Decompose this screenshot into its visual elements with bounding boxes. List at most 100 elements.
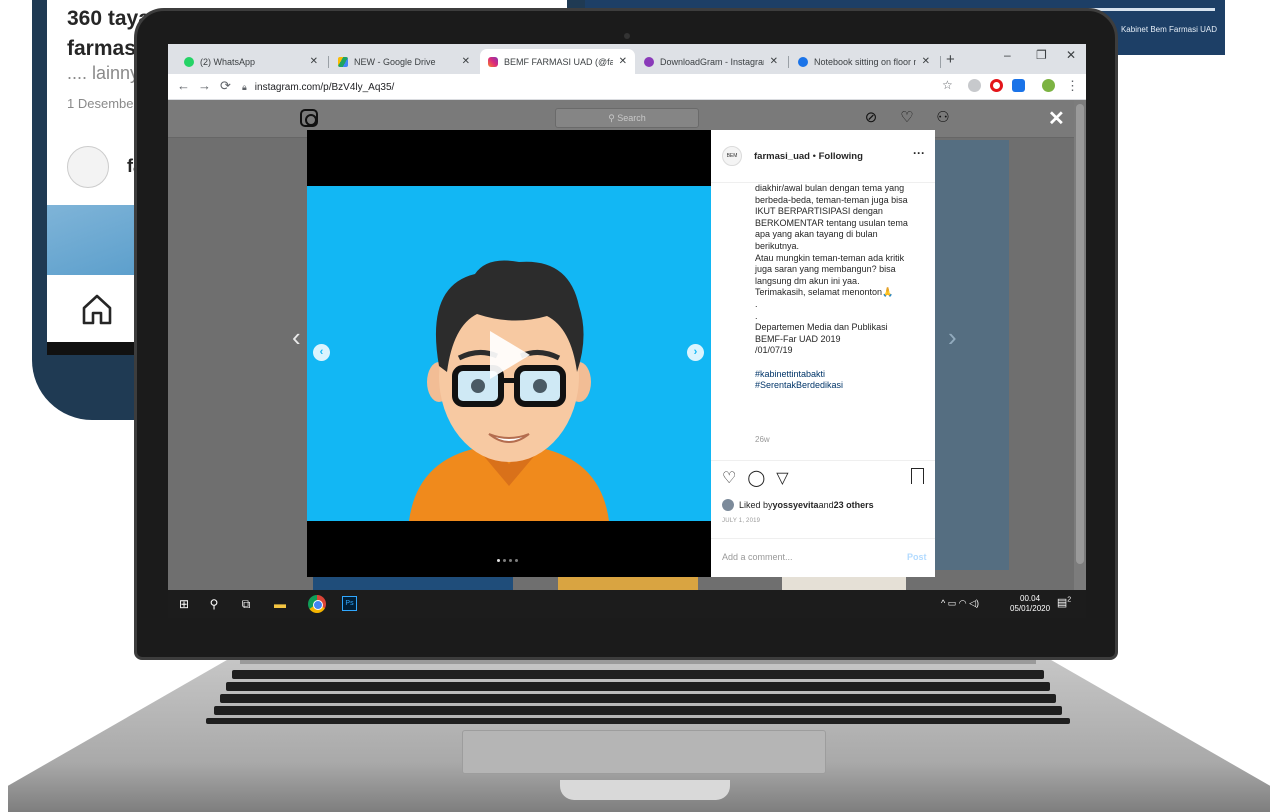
search-icon: ⚲ — [608, 113, 618, 123]
post-date: JULY 1, 2019 — [722, 518, 761, 524]
close-tab-icon[interactable]: ✕ — [922, 56, 930, 67]
photoshop-icon[interactable]: Ps — [342, 596, 357, 611]
reload-icon[interactable]: ⟳ — [220, 78, 231, 94]
previous-post-arrow-icon[interactable]: ‹ — [292, 322, 301, 353]
search-icon[interactable]: ⚲ — [206, 596, 222, 612]
notification-center-icon[interactable]: ▤2 — [1056, 596, 1072, 612]
close-tab-icon[interactable]: ✕ — [619, 56, 627, 67]
profile-icon[interactable]: ⚇ — [934, 109, 952, 127]
caption-line: . — [755, 310, 758, 321]
webcam — [624, 33, 630, 39]
save-bookmark-icon[interactable] — [911, 468, 924, 484]
browser-tab-strip: (2) WhatsApp ✕ NEW - Google Drive ✕ BEMF… — [168, 44, 1086, 74]
phone-post-date: 1 Desembe — [67, 96, 134, 111]
pixabay-icon — [798, 56, 808, 67]
task-view-icon[interactable]: ⧉ — [238, 596, 254, 612]
carousel-dot[interactable] — [497, 559, 500, 562]
close-tab-icon[interactable]: ✕ — [770, 56, 778, 67]
caption-line: . — [755, 298, 758, 309]
close-tab-icon[interactable]: ✕ — [462, 56, 470, 67]
profile-avatar-icon[interactable] — [1042, 79, 1055, 92]
likes-count-link[interactable]: 23 others — [834, 500, 874, 510]
taskbar-clock[interactable]: 00.04 05/01/2020 — [1010, 594, 1050, 614]
activity-heart-icon[interactable]: ♡ — [898, 109, 916, 127]
caption-line — [755, 357, 925, 369]
hashtag-link[interactable]: #kabinettintabakti — [755, 369, 925, 381]
carousel-prev-icon[interactable]: ‹ — [313, 344, 330, 361]
caption-line: /01/07/19 — [755, 345, 793, 356]
like-heart-icon[interactable]: ♡ — [722, 468, 736, 488]
comment-divider — [711, 538, 935, 539]
carousel-dot[interactable] — [515, 559, 518, 562]
page-scrollbar-thumb[interactable] — [1076, 104, 1084, 564]
caption-line: diakhir/awal bulan dengan tema yang — [755, 183, 905, 193]
windows-start-icon[interactable]: ⊞ — [176, 596, 192, 612]
laptop-screen: (2) WhatsApp ✕ NEW - Google Drive ✕ BEMF… — [168, 44, 1086, 618]
liked-by-text: Liked by yossyevita and 23 others — [722, 499, 874, 511]
post-comment-button[interactable]: Post — [907, 552, 927, 562]
new-tab-button[interactable]: + — [946, 51, 955, 68]
forward-icon[interactable]: → — [198, 78, 211, 93]
star-icon[interactable]: ☆ — [942, 78, 953, 92]
follow-separator: • — [812, 151, 816, 162]
tab-notebook[interactable]: Notebook sitting on floor mo ✕ — [790, 49, 938, 74]
lock-icon: 🔒︎ — [242, 81, 247, 92]
hashtag-link[interactable]: #SerentakBerdedikasi — [755, 380, 925, 392]
post-caption: diakhir/awal bulan dengan tema yang berb… — [755, 183, 925, 392]
close-modal-icon[interactable]: ✕ — [1048, 106, 1065, 131]
system-tray-icons[interactable]: ^ ▭ ◠ ◁) — [941, 598, 979, 609]
caption-line: apa yang akan tayang di bulan — [755, 229, 878, 240]
author-username[interactable]: farmasi_uad — [754, 151, 810, 162]
restore-icon[interactable]: ❐ — [1036, 48, 1047, 62]
browser-toolbar: ← → ⟳ 🔒︎ instagram.com/p/BzV4ly_Aq35/ ☆ … — [168, 74, 1086, 100]
minimize-icon[interactable]: – — [1004, 48, 1011, 62]
instagram-logo-icon[interactable] — [300, 109, 318, 127]
share-icon[interactable]: ▽ — [776, 468, 788, 488]
post-header: BEM farmasi_uad • Following ··· — [711, 130, 935, 182]
video-frame[interactable]: ‹ › — [307, 186, 711, 521]
explore-compass-icon[interactable]: ⊘ — [862, 109, 880, 127]
caption-line: BERKOMENTAR tentang usulan tema — [755, 217, 908, 228]
translate-extension-icon[interactable] — [1012, 79, 1025, 92]
post-author: farmasi_uad • Following — [754, 151, 863, 162]
google-drive-icon — [338, 56, 348, 67]
author-avatar[interactable]: BEM — [722, 146, 742, 166]
carousel-dot[interactable] — [509, 559, 512, 562]
laptop-notch — [560, 780, 730, 800]
more-options-icon[interactable]: ··· — [913, 146, 925, 160]
extension-globe-icon[interactable] — [968, 79, 981, 92]
tab-instagram-active[interactable]: BEMF FARMASI UAD (@farmas ✕ — [480, 49, 635, 74]
window-close-icon[interactable]: ✕ — [1066, 48, 1076, 62]
instagram-icon — [488, 56, 498, 67]
phone-avatar — [67, 146, 109, 188]
banner-text: Kabinet Bem Farmasi UAD — [1120, 25, 1217, 34]
carousel-next-icon[interactable]: › — [687, 344, 704, 361]
caption-line: Departemen Media dan Publikasi — [755, 322, 888, 333]
liker-username[interactable]: yossyevita — [773, 500, 819, 510]
caption-line: Atau mungkin teman-teman ada kritik — [755, 252, 905, 263]
menu-dots-icon[interactable]: ⋮ — [1066, 78, 1079, 94]
address-bar[interactable]: 🔒︎ instagram.com/p/BzV4ly_Aq35/ — [242, 77, 942, 97]
caption-line: berbeda-beda, teman-teman juga bisa — [755, 194, 908, 205]
back-icon[interactable]: ← — [177, 78, 190, 93]
chrome-icon[interactable] — [308, 595, 326, 613]
close-tab-icon[interactable]: ✕ — [310, 56, 318, 67]
liker-avatar — [722, 499, 734, 511]
carousel-dot[interactable] — [503, 559, 506, 562]
search-input[interactable]: ⚲ Search — [555, 108, 699, 128]
post-details-panel: BEM farmasi_uad • Following ··· diakhir/… — [711, 130, 935, 577]
tab-google-drive[interactable]: NEW - Google Drive ✕ — [330, 49, 478, 74]
play-icon[interactable] — [490, 331, 530, 379]
opera-icon[interactable] — [990, 79, 1003, 92]
following-button[interactable]: Following — [819, 151, 863, 162]
comment-input[interactable]: Add a comment... — [722, 552, 793, 562]
tab-whatsapp[interactable]: (2) WhatsApp ✕ — [176, 49, 326, 74]
instagram-page: ⚲ Search ⊘ ♡ ⚇ ✕ ‹ › — [168, 100, 1086, 590]
laptop-keyboard — [0, 666, 1275, 726]
comment-icon[interactable]: ◯ — [747, 468, 765, 488]
caption-line: langsung dm akun ini yaa. — [755, 275, 860, 286]
caption-line: juga saran yang membangun? bisa — [755, 264, 896, 275]
tab-downloadgram[interactable]: DownloadGram - Instagram p ✕ — [636, 49, 786, 74]
file-explorer-icon[interactable]: ▬ — [272, 596, 288, 612]
grid-thumbnail — [935, 140, 1009, 570]
